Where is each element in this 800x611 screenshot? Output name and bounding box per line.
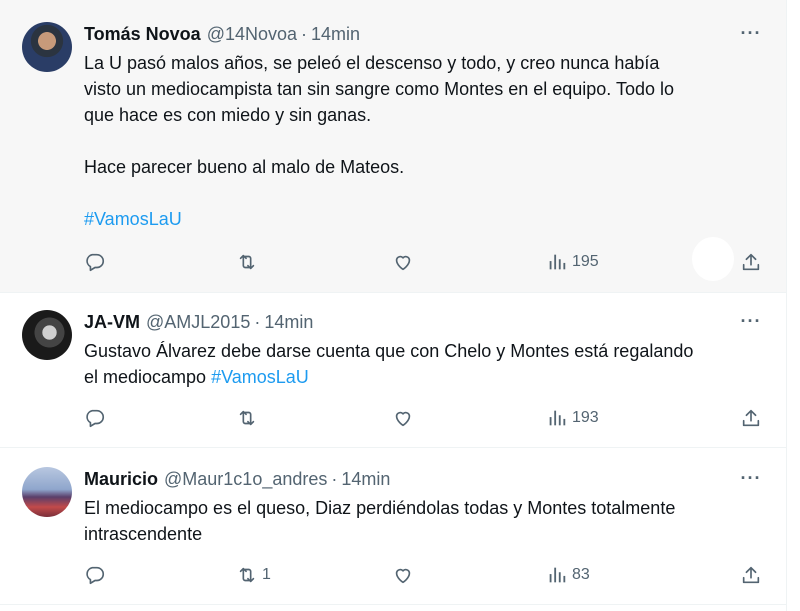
tweet-line: El mediocampo es el queso, Diaz perdiénd… [84,498,676,518]
user-handle[interactable]: @Maur1c1o_andres [164,469,327,490]
like-icon [395,568,411,584]
views-count: 193 [572,409,599,426]
tweet-actions: 1 83 [84,560,774,590]
reply-icon [86,253,105,272]
more-icon[interactable]: ··· [740,467,762,489]
more-icon[interactable]: ··· [740,22,762,44]
views-icon [549,567,566,583]
tweet[interactable]: JA-VM @AMJL2015 · 14min ··· Gustavo Álva… [0,293,786,448]
tweet-line: que hace es con miedo y sin ganas. [84,105,372,125]
separator: · [331,468,338,489]
tweet-header: JA-VM @AMJL2015 · 14min [84,311,313,333]
user-handle[interactable]: @14Novoa [207,24,297,45]
retweet-icon [239,567,255,583]
tweet-header: Tomás Novoa @14Novoa · 14min [84,23,360,45]
retweet-button[interactable]: 1 [236,560,271,590]
tweet-text: El mediocampo es el queso, Diaz perdiénd… [84,495,764,547]
like-button[interactable] [392,403,414,433]
user-name[interactable]: Mauricio [84,469,158,490]
views-icon [549,410,566,426]
avatar[interactable] [22,467,72,517]
separator: · [254,311,261,332]
hashtag-link[interactable]: #VamosLaU [84,209,182,229]
views-icon [549,254,566,270]
tweet-text: La U pasó malos años, se peleó el descen… [84,50,764,232]
share-icon [742,409,760,427]
share-icon [742,253,760,271]
share-button[interactable] [740,403,762,433]
retweet-icon [239,410,255,426]
tweet[interactable]: Mauricio @Maur1c1o_andres · 14min ··· El… [0,448,786,605]
tweet-text: Gustavo Álvarez debe darse cuenta que co… [84,338,764,390]
share-icon [742,566,760,584]
timestamp[interactable]: 14min [264,312,313,333]
tweet-line: Hace parecer bueno al malo de Mateos. [84,157,405,177]
views-count: 83 [572,566,590,583]
reply-button[interactable] [84,247,106,277]
user-handle[interactable]: @AMJL2015 [146,312,250,333]
tweet-line: La U pasó malos años, se peleó el descen… [84,53,660,73]
like-button[interactable] [392,247,414,277]
column-border [786,0,787,611]
tweet-line: Gustavo Álvarez debe darse cuenta que co… [84,341,694,361]
user-name[interactable]: JA-VM [84,312,140,333]
hashtag-link[interactable]: #VamosLaU [211,367,309,387]
tweet[interactable]: Tomás Novoa @14Novoa · 14min ··· La U pa… [0,0,786,293]
like-icon [395,411,411,427]
reply-button[interactable] [84,403,106,433]
tweet-actions: 193 [84,403,774,433]
retweet-button[interactable] [236,403,262,433]
tweet-actions: 195 [84,247,774,277]
views-count: 195 [572,253,599,270]
separator: · [301,23,308,44]
retweet-button[interactable] [236,247,262,277]
timestamp[interactable]: 14min [341,469,390,490]
timeline: Tomás Novoa @14Novoa · 14min ··· La U pa… [0,0,787,611]
tweet-line: visto un mediocampista tan sin sangre co… [84,79,675,99]
avatar[interactable] [22,22,72,72]
like-icon [395,255,411,271]
retweet-count: 1 [262,566,271,583]
views-button[interactable]: 195 [546,247,599,277]
views-button[interactable]: 193 [546,403,599,433]
reply-icon [86,409,105,428]
reply-button[interactable] [84,560,106,590]
more-icon[interactable]: ··· [740,310,762,332]
timestamp[interactable]: 14min [311,24,360,45]
user-name[interactable]: Tomás Novoa [84,24,201,45]
like-button[interactable] [392,560,414,590]
avatar[interactable] [22,310,72,360]
views-button[interactable]: 83 [546,560,590,590]
retweet-icon [239,254,255,270]
tweet-header: Mauricio @Maur1c1o_andres · 14min [84,468,390,490]
share-button[interactable] [740,560,762,590]
tweet-line: el mediocampo [84,367,207,387]
tweet-line: intrascendente [84,524,203,544]
share-button[interactable] [740,247,762,277]
reply-icon [86,566,105,585]
